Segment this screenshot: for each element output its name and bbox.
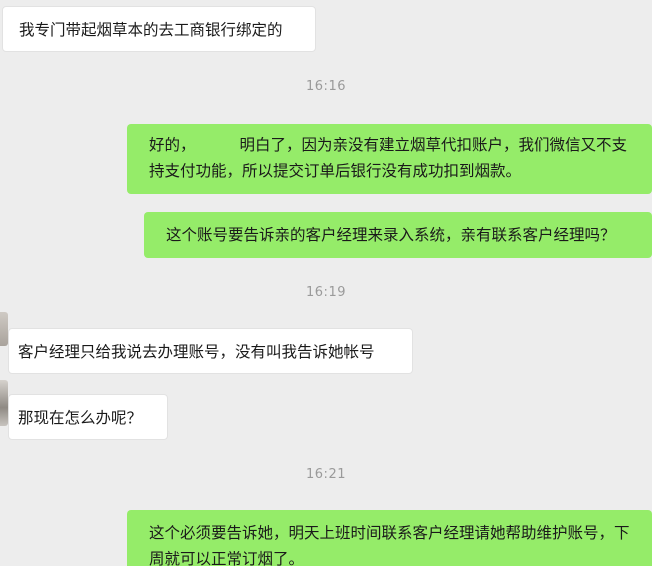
outgoing-message[interactable]: 这个账号要告诉亲的客户经理来录入系统，亲有联系客户经理吗？ [144,212,652,258]
message-text: 明白了，因为亲没有建立烟草代扣账户，我们微信又不支持支付功能，所以提交订单后银行… [149,136,628,180]
timestamp: 16:16 [306,79,346,94]
message-text: 客户经理只给我说去办理账号，没有叫我告诉她帐号 [18,343,375,361]
timestamp: 16:19 [306,285,346,300]
contact-avatar[interactable] [0,312,8,346]
timestamp: 16:21 [306,467,346,482]
message-text: 这个账号要告诉亲的客户经理来录入系统，亲有联系客户经理吗？ [166,226,616,244]
message-text: 那现在怎么办呢？ [18,409,143,427]
outgoing-message[interactable]: 好的， 明白了，因为亲没有建立烟草代扣账户，我们微信又不支持支付功能，所以提交订单… [127,124,652,194]
message-text-part: 好的， [149,136,196,154]
incoming-message[interactable]: 那现在怎么办呢？ [8,394,168,440]
outgoing-message[interactable]: 这个必须要告诉她，明天上班时间联系客户经理请她帮助维护账号，下周就可以正常订烟了… [127,510,652,566]
incoming-message[interactable]: 我专门带起烟草本的去工商银行绑定的 [2,6,316,52]
incoming-message[interactable]: 客户经理只给我说去办理账号，没有叫我告诉她帐号 [8,328,413,374]
chat-window: 我专门带起烟草本的去工商银行绑定的 16:16 好的， 明白了，因为亲没有建立烟草… [0,0,652,566]
contact-avatar[interactable] [0,380,8,426]
message-text: 这个必须要告诉她，明天上班时间联系客户经理请她帮助维护账号，下周就可以正常订烟了… [149,524,630,566]
message-text: 我专门带起烟草本的去工商银行绑定的 [19,21,283,39]
